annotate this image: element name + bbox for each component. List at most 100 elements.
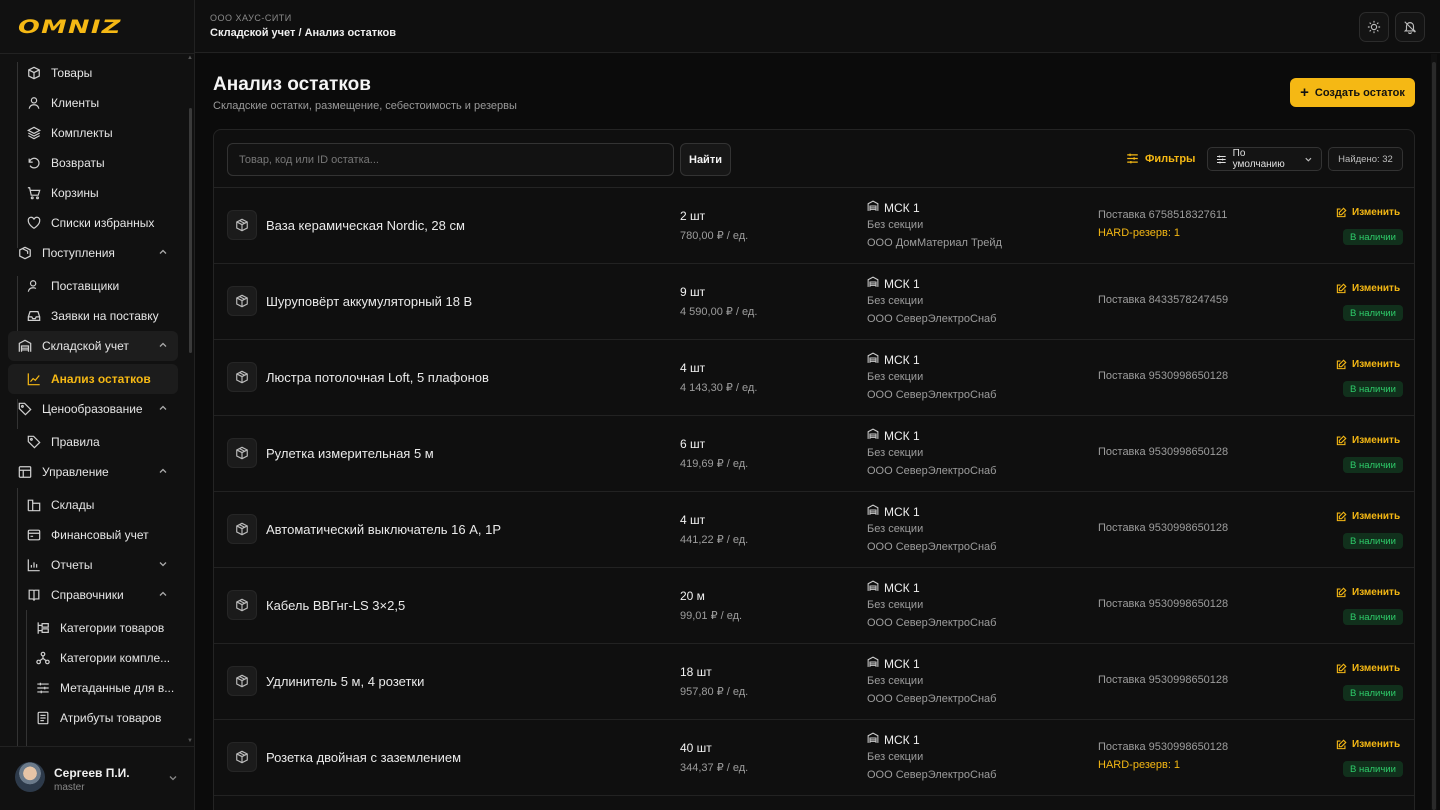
delivery-id: Поставка 9530998650128 <box>1098 598 1229 610</box>
warehouse-label: МСК 1 <box>884 656 920 671</box>
table-row[interactable]: Кабель ВВГнг-LS 3×2,5 20 м 99,01 ₽ / ед. МС… <box>214 568 1414 644</box>
user-name: Сергеев П.И. <box>54 766 130 780</box>
sidebar-item-favorites[interactable]: Списки избранных <box>27 209 154 237</box>
edit-icon <box>1336 359 1347 370</box>
sidebar-item-returns[interactable]: Возвраты <box>27 149 105 177</box>
quantity: 40 шт <box>680 741 712 755</box>
sidebar-group-pricing[interactable]: Ценообразование <box>18 395 168 423</box>
sidebar-item-carts[interactable]: Корзины <box>27 179 99 207</box>
edit-button[interactable]: Изменить <box>1336 283 1400 294</box>
sidebar-group-receipts[interactable]: Поступления <box>18 239 168 267</box>
sidebar-group-management[interactable]: Управление <box>18 458 168 486</box>
search-input[interactable] <box>227 143 674 176</box>
sidebar-scrollbar[interactable] <box>189 108 192 353</box>
warehouse-icon <box>867 732 879 747</box>
logo-text: OMNIZ <box>18 16 122 38</box>
edit-button[interactable]: Изменить <box>1336 359 1400 370</box>
sidebar-item-kits[interactable]: Комплекты <box>27 119 113 147</box>
table-row[interactable]: Ваза керамическая Nordic, 28 см 2 шт 780,0… <box>214 188 1414 264</box>
edit-button[interactable]: Изменить <box>1336 207 1400 218</box>
breadcrumb[interactable]: Складской учет / Анализ остатков <box>210 27 396 39</box>
table-icon <box>18 465 32 479</box>
sidebar-item-supply-requests[interactable]: Заявки на поставку <box>27 302 159 330</box>
package-icon <box>18 246 32 260</box>
delivery-id: Поставка 9530998650128 <box>1098 741 1229 753</box>
table-row[interactable]: Автоматический выключатель 16 А, 1Р 4 шт 4… <box>214 492 1414 568</box>
status-badge: В наличии <box>1343 229 1403 245</box>
find-button[interactable]: Найти <box>680 143 731 176</box>
box-icon <box>227 210 257 240</box>
sidebar-item-stock-analysis[interactable]: Анализ остатков <box>27 365 151 393</box>
sidebar-item-attributes[interactable]: Атрибуты товаров <box>36 704 161 732</box>
edit-button[interactable]: Изменить <box>1336 511 1400 522</box>
edit-button[interactable]: Изменить <box>1336 435 1400 446</box>
sidebar-item-label: Товары <box>51 66 93 80</box>
bell-icon <box>1403 21 1417 34</box>
product-name[interactable]: Автоматический выключатель 16 А, 1Р <box>266 522 501 537</box>
logo[interactable]: OMNIZ <box>18 16 120 38</box>
table-row[interactable]: Розетка двойная с заземлением 40 шт 344,37… <box>214 720 1414 796</box>
user-icon <box>27 96 41 110</box>
sidebar-item-label: Отчеты <box>51 558 93 572</box>
reserve-label: HARD-резерв: 1 <box>1098 227 1181 239</box>
product-name[interactable]: Люстра потолочная Loft, 5 плафонов <box>266 370 489 385</box>
user-menu[interactable]: Сергеев П.И. master <box>0 746 195 810</box>
sidebar-item-rules[interactable]: Правила <box>27 428 100 456</box>
unit-price: 99,01 ₽ / ед. <box>680 610 743 622</box>
sidebar-item-products[interactable]: Товары <box>27 59 92 87</box>
sort-select[interactable]: По умолчанию <box>1207 147 1322 171</box>
product-name[interactable]: Рулетка измерительная 5 м <box>266 446 434 461</box>
sidebar-item-warehouses[interactable]: Склады <box>27 491 94 519</box>
app-root: OMNIZ Товары Клиенты Комплекты Возвраты … <box>0 0 1440 810</box>
org-name: ООО ХАУС-СИТИ <box>210 13 292 23</box>
sidebar-item-kit-categories[interactable]: Категории компле... <box>36 644 170 672</box>
theme-toggle-button[interactable] <box>1359 12 1389 42</box>
chevron-down-icon <box>159 562 167 567</box>
sidebar-item-suppliers[interactable]: Поставщики <box>27 272 119 300</box>
product-name[interactable]: Кабель ВВГнг-LS 3×2,5 <box>266 598 405 613</box>
sidebar-item-references[interactable]: Справочники <box>27 581 168 609</box>
sidebar-item-finance[interactable]: Финансовый учет <box>27 521 149 549</box>
sidebar-group-warehouse[interactable]: Складской учет <box>18 332 168 360</box>
warehouse-icon <box>867 200 879 215</box>
table-row[interactable]: Удлинитель 5 м, 4 розетки 18 шт 957,80 ₽ /… <box>214 644 1414 720</box>
section: Без секции <box>867 447 924 459</box>
edit-button[interactable]: Изменить <box>1336 587 1400 598</box>
user-icon <box>27 279 41 293</box>
edit-label: Изменить <box>1352 511 1401 522</box>
product-name[interactable]: Розетка двойная с заземлением <box>266 750 461 765</box>
edit-icon <box>1336 739 1347 750</box>
section: Без секции <box>867 295 924 307</box>
sidebar-group-label: Поступления <box>42 246 115 260</box>
return-icon <box>27 156 41 170</box>
tag-icon <box>27 435 41 449</box>
filters-button[interactable]: Фильтры <box>1126 152 1195 165</box>
edit-label: Изменить <box>1352 359 1401 370</box>
tree-icon <box>36 621 50 635</box>
scroll-down-icon[interactable]: ▼ <box>187 738 193 744</box>
sidebar-item-product-categories[interactable]: Категории товаров <box>36 614 164 642</box>
product-name[interactable]: Шуруповёрт аккумуляторный 18 В <box>266 294 472 309</box>
edit-icon <box>1336 663 1347 674</box>
sidebar-item-reports[interactable]: Отчеты <box>27 551 168 579</box>
sidebar-item-metadata[interactable]: Метаданные для в... <box>36 674 174 702</box>
create-stock-button[interactable]: + Создать остаток <box>1290 78 1415 107</box>
sidebar-item-clients[interactable]: Клиенты <box>27 89 99 117</box>
table-row[interactable]: Люстра потолочная Loft, 5 плафонов 4 шт 4 … <box>214 340 1414 416</box>
filter-icon <box>1127 153 1138 164</box>
delivery-id: Поставка 9530998650128 <box>1098 674 1229 686</box>
sliders-icon <box>36 681 50 695</box>
table-row[interactable]: Шуруповёрт аккумуляторный 18 В 9 шт 4 590,… <box>214 264 1414 340</box>
unit-price: 4 143,30 ₽ / ед. <box>680 382 758 394</box>
product-name[interactable]: Удлинитель 5 м, 4 розетки <box>266 674 424 689</box>
edit-button[interactable]: Изменить <box>1336 663 1400 674</box>
edit-button[interactable]: Изменить <box>1336 739 1400 750</box>
warehouse-label: МСК 1 <box>884 504 920 519</box>
table-row[interactable]: Рулетка измерительная 5 м 6 шт 419,69 ₽ / … <box>214 416 1414 492</box>
edit-label: Изменить <box>1352 207 1401 218</box>
scroll-up-icon[interactable]: ▲ <box>187 55 193 61</box>
chevron-up-icon <box>159 405 167 410</box>
product-name[interactable]: Ваза керамическая Nordic, 28 см <box>266 218 465 233</box>
main-scrollbar[interactable] <box>1432 62 1436 810</box>
notifications-button[interactable] <box>1395 12 1425 42</box>
